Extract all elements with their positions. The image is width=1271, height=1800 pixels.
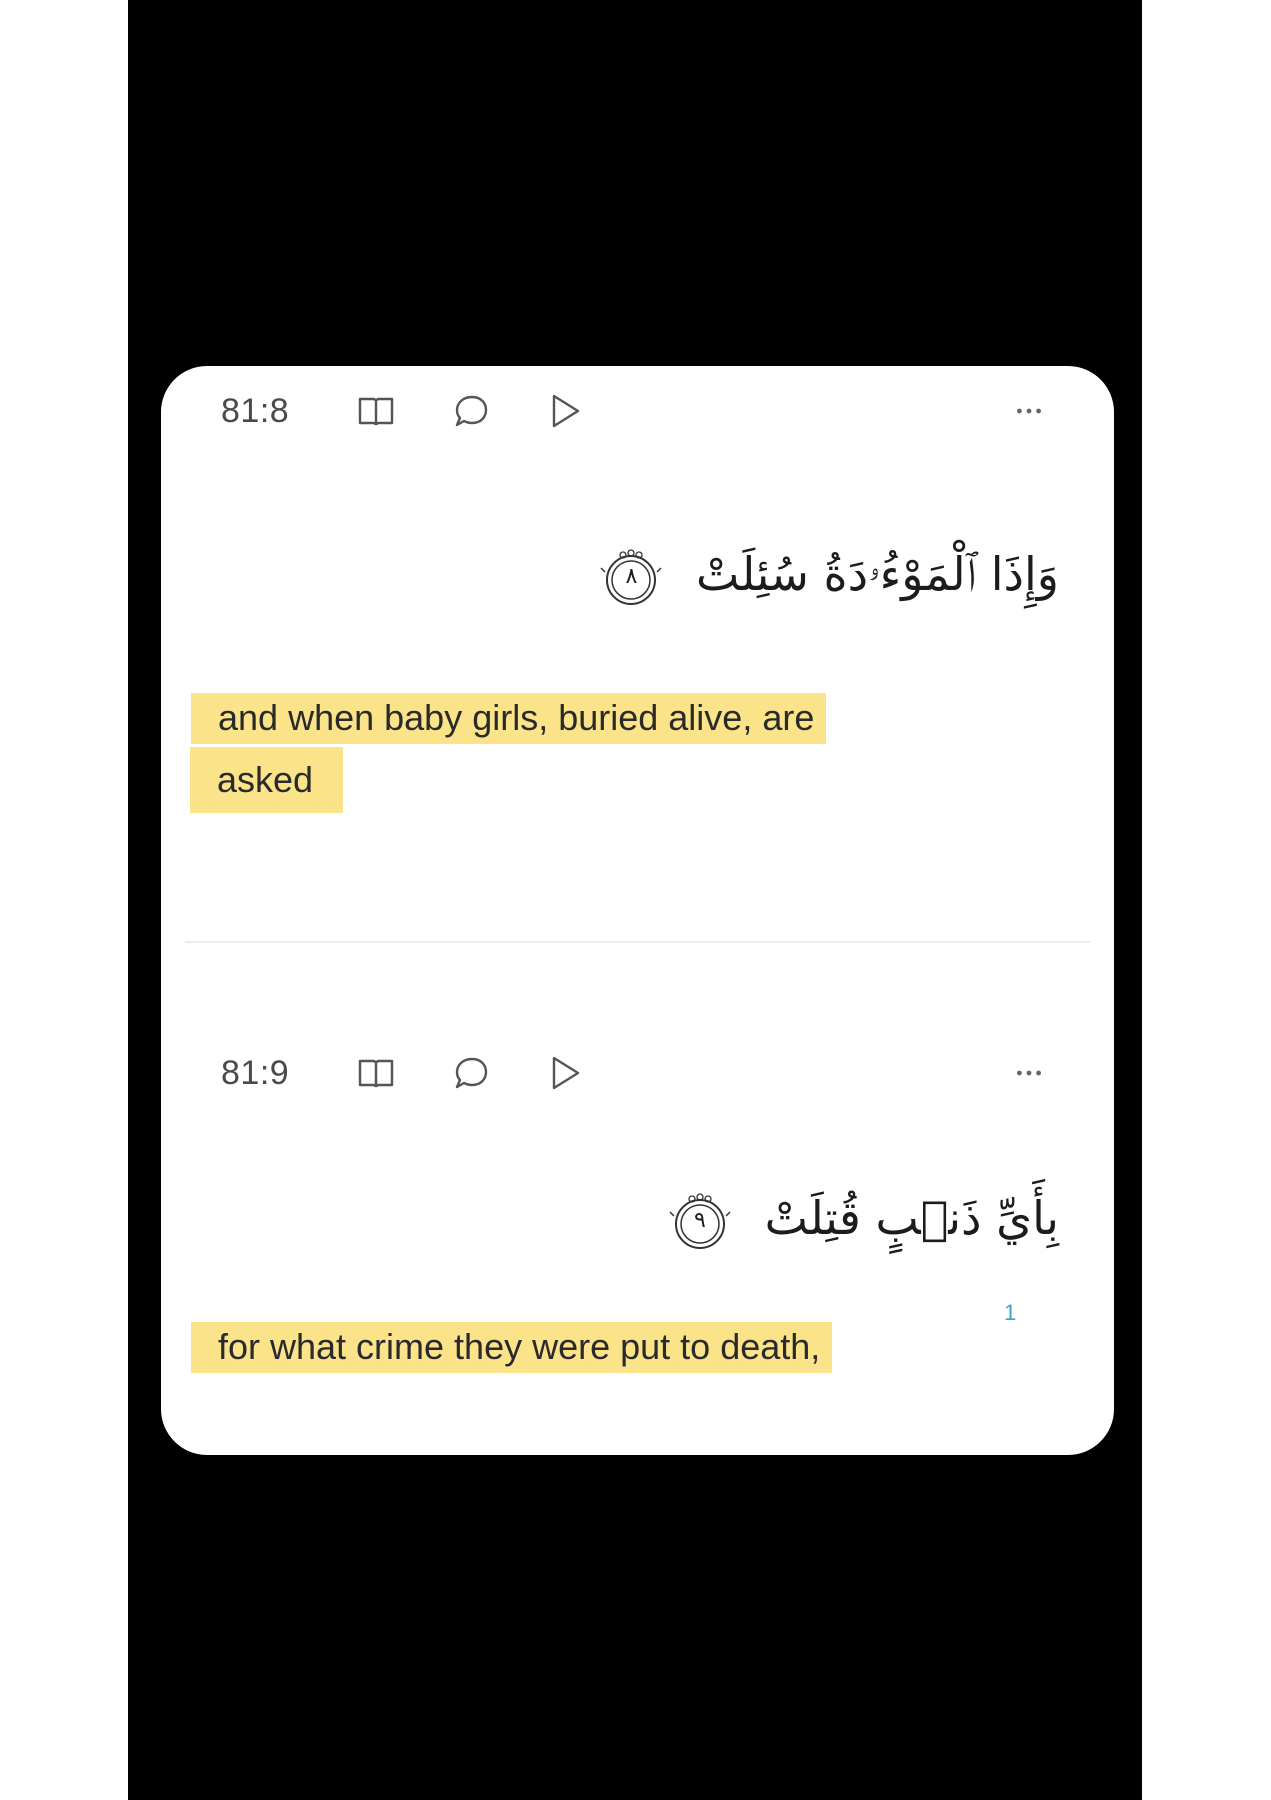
verse-header: 81:8 (221, 386, 1061, 436)
book-open-icon[interactable] (356, 1053, 396, 1093)
arabic-verse-text: وَإِذَا ٱلْمَوْءُۥدَةُ سُئِلَتْ ٨ (599, 534, 1059, 614)
arabic-verse-text: بِأَيِّ ذَنۢبٍ قُتِلَتْ ٩ (668, 1178, 1059, 1258)
footnote-link[interactable]: 1 (1004, 1300, 1016, 1326)
ayah-number: ٨ (625, 563, 638, 589)
verse-number: 81:8 (221, 392, 290, 430)
ayah-number: ٩ (694, 1207, 706, 1233)
ayah-number-marker: ٩ (668, 1190, 732, 1254)
play-icon[interactable] (545, 391, 585, 431)
play-icon[interactable] (545, 1053, 585, 1093)
ayah-number-marker: ٨ (599, 546, 663, 610)
highlighted-translation-line: for what crime they were put to death, (191, 1322, 833, 1373)
comment-icon[interactable] (451, 391, 491, 431)
arabic-text: وَإِذَا ٱلْمَوْءُۥدَةُ سُئِلَتْ (696, 547, 1059, 601)
verse-card: 81:8 وَإِذَا ٱلْمَوْءُۥدَةُ سُئِلَتْ ٨ a… (161, 366, 1114, 1455)
verse-number: 81:9 (221, 1054, 290, 1092)
translation-text: for what crime they were put to death, 1 (191, 1300, 1016, 1376)
comment-icon[interactable] (451, 1053, 491, 1093)
arabic-text: بِأَيِّ ذَنۢبٍ قُتِلَتْ (764, 1191, 1059, 1245)
highlighted-translation-line: and when baby girls, buried alive, are (191, 693, 827, 744)
verse-divider (185, 941, 1090, 943)
translation-text: and when baby girls, buried alive, are a… (190, 689, 991, 813)
book-open-icon[interactable] (356, 391, 396, 431)
verse-header: 81:9 (221, 1048, 1061, 1098)
highlighted-translation-line: asked (190, 747, 344, 813)
more-dots-icon[interactable] (1009, 1053, 1059, 1093)
more-dots-icon[interactable] (1009, 391, 1059, 431)
